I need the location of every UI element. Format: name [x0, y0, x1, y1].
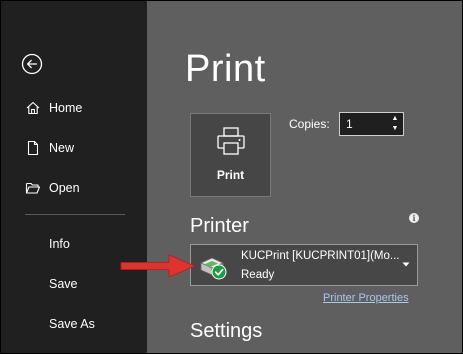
home-icon — [26, 101, 40, 115]
printer-status: Ready — [241, 269, 275, 281]
copies-stepper[interactable]: 1 ▲ ▼ — [339, 112, 404, 136]
sidebar-item-label: Save — [49, 277, 78, 291]
selected-printer-name: KUCPrint [KUCPRINT01](Mo... — [241, 250, 400, 262]
new-document-icon — [27, 140, 39, 156]
dropdown-arrow-icon[interactable] — [401, 259, 411, 269]
sidebar-item-label: Info — [49, 237, 70, 251]
sidebar-item-label: Open — [49, 181, 80, 195]
printer-dropdown[interactable]: KUCPrint [KUCPRINT01](Mo... Ready — [190, 244, 418, 286]
sidebar-item-label: Save As — [49, 317, 95, 331]
sidebar-divider — [25, 214, 125, 215]
chevron-down-icon[interactable]: ▼ — [389, 124, 401, 134]
sidebar-item-home[interactable]: Home — [1, 93, 147, 123]
window-frame: Home New Open Info Save Save As Print Pr… — [0, 0, 463, 354]
backstage-sidebar: Home New Open Info Save Save As — [1, 1, 147, 353]
printer-ready-icon — [200, 257, 227, 280]
info-icon[interactable]: i — [409, 213, 419, 223]
chevron-up-icon[interactable]: ▲ — [389, 114, 401, 124]
back-arrow-circle-icon[interactable] — [21, 53, 43, 75]
printer-properties-link[interactable]: Printer Properties — [323, 292, 409, 304]
sidebar-item-save-as[interactable]: Save As — [1, 309, 147, 339]
sidebar-item-label: New — [49, 141, 75, 155]
copies-label: Copies: — [289, 117, 330, 131]
print-pane: Print Print Copies: 1 ▲ ▼ Printer i KUCP… — [147, 1, 462, 353]
sidebar-item-label: Home — [49, 101, 83, 115]
open-folder-icon — [25, 182, 41, 194]
print-button[interactable]: Print — [190, 113, 271, 197]
settings-section-heading: Settings — [190, 320, 263, 342]
copies-value[interactable]: 1 — [346, 117, 353, 131]
red-arrow-annotation — [120, 254, 197, 278]
printer-icon — [217, 127, 245, 155]
page-title: Print — [185, 48, 266, 90]
sidebar-item-new[interactable]: New — [1, 133, 147, 163]
printer-section-heading: Printer — [190, 215, 249, 237]
print-button-label: Print — [216, 168, 245, 182]
sidebar-item-open[interactable]: Open — [1, 173, 147, 203]
